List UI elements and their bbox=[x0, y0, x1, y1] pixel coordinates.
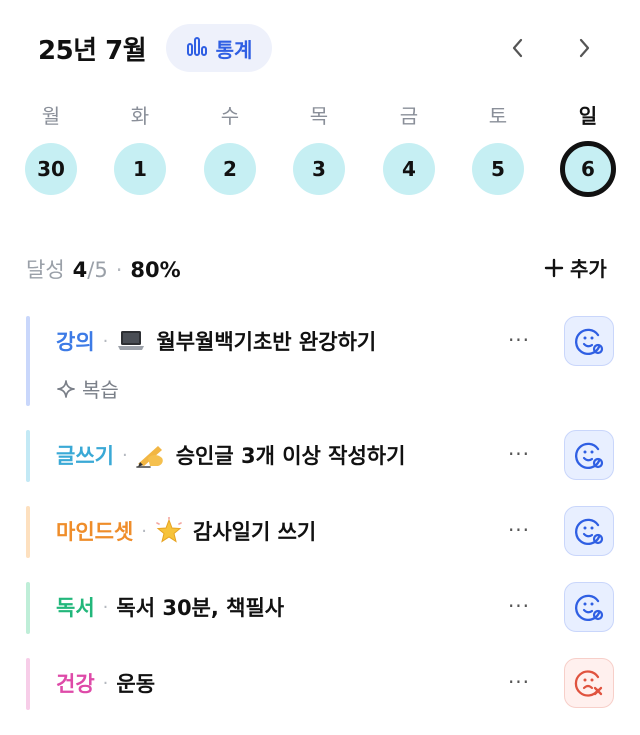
habit-status-button[interactable] bbox=[564, 506, 614, 556]
habit-subtask: 복습 bbox=[56, 374, 119, 403]
smiley-check-icon bbox=[575, 442, 604, 469]
prev-week-button[interactable] bbox=[504, 34, 532, 62]
add-habit-button[interactable]: 추가 bbox=[544, 253, 607, 282]
day-cell[interactable]: 3 bbox=[293, 143, 345, 195]
habit-status-button[interactable] bbox=[564, 430, 614, 480]
more-options-button[interactable]: ··· bbox=[504, 670, 534, 694]
weekday-label: 수 bbox=[220, 104, 240, 128]
day-cell[interactable]: 30 bbox=[25, 143, 77, 195]
day-cell[interactable]: 5 bbox=[472, 143, 524, 195]
separator-dot: · bbox=[102, 672, 109, 694]
achievement-label: 달성 bbox=[26, 258, 65, 282]
habit-name: 월부월백기초반 완강하기 bbox=[156, 330, 377, 354]
habit-subtask-label: 복습 bbox=[82, 378, 119, 402]
habit-status-button[interactable] bbox=[564, 316, 614, 366]
separator-dot: · bbox=[115, 258, 123, 282]
sparkle-icon bbox=[57, 379, 75, 398]
sad-face-x-icon bbox=[574, 670, 603, 697]
separator-dot: · bbox=[102, 596, 109, 618]
weekday-label: 목 bbox=[309, 104, 329, 128]
day-cell[interactable]: 1 bbox=[114, 143, 166, 195]
separator-dot: · bbox=[141, 520, 148, 542]
achievement-percent: 80% bbox=[130, 258, 181, 282]
habit-category: 독서 bbox=[56, 596, 95, 620]
laptop-icon bbox=[116, 329, 146, 353]
achievement-total: /5 bbox=[87, 258, 108, 282]
achievement-summary: 달성 4 /5 · 80% bbox=[26, 254, 181, 284]
month-title[interactable]: 25년 7월 bbox=[38, 30, 147, 67]
habit-name: 감사일기 쓰기 bbox=[193, 520, 317, 544]
category-bar bbox=[26, 316, 30, 406]
writing-hand-icon bbox=[135, 442, 166, 468]
stats-button-label: 통계 bbox=[215, 37, 253, 62]
separator-dot: · bbox=[102, 330, 109, 352]
chevron-left-icon bbox=[512, 38, 523, 58]
category-bar bbox=[26, 658, 30, 710]
habit-category: 글쓰기 bbox=[56, 444, 114, 468]
habit-name: 독서 30분, 책필사 bbox=[116, 596, 285, 620]
chevron-right-icon bbox=[579, 38, 590, 58]
habit-item[interactable]: 마인드셋 · 감사일기 쓰기 ··· bbox=[26, 506, 616, 558]
achievement-done: 4 bbox=[72, 258, 88, 282]
stats-button[interactable]: 통계 bbox=[166, 24, 272, 72]
habit-item[interactable]: 강의 · 월부월백기초반 완강하기 복습 ··· bbox=[26, 316, 616, 406]
category-bar bbox=[26, 430, 30, 482]
smiley-check-icon bbox=[575, 518, 604, 545]
separator-dot: · bbox=[121, 444, 128, 466]
category-bar bbox=[26, 506, 30, 558]
habit-category: 강의 bbox=[56, 330, 95, 354]
bar-chart-icon bbox=[186, 35, 208, 61]
more-options-button[interactable]: ··· bbox=[504, 442, 534, 466]
habit-item[interactable]: 글쓰기 · 승인글 3개 이상 작성하기 ··· bbox=[26, 430, 616, 482]
weekday-label: 금 bbox=[399, 104, 419, 128]
weekday-label: 화 bbox=[130, 104, 150, 128]
more-options-button[interactable]: ··· bbox=[504, 594, 534, 618]
category-bar bbox=[26, 582, 30, 634]
weekday-label: 토 bbox=[488, 104, 508, 128]
add-habit-label: 추가 bbox=[570, 257, 607, 281]
weekday-label-selected: 일 bbox=[578, 104, 598, 128]
weekday-label: 월 bbox=[41, 104, 61, 128]
habit-category: 마인드셋 bbox=[56, 520, 134, 544]
day-cell-selected[interactable]: 6 bbox=[560, 141, 616, 197]
more-options-button[interactable]: ··· bbox=[504, 328, 534, 352]
more-options-button[interactable]: ··· bbox=[504, 518, 534, 542]
calendar-header: 25년 7월 통계 bbox=[0, 0, 640, 100]
habit-name: 승인글 3개 이상 작성하기 bbox=[175, 444, 406, 468]
next-week-button[interactable] bbox=[570, 34, 598, 62]
habit-status-button[interactable] bbox=[564, 658, 614, 708]
smiley-check-icon bbox=[575, 594, 604, 621]
day-cell[interactable]: 4 bbox=[383, 143, 435, 195]
habit-item[interactable]: 독서 · 독서 30분, 책필사 ··· bbox=[26, 582, 616, 634]
habit-category: 건강 bbox=[56, 672, 95, 696]
habit-item[interactable]: 건강 · 운동 ··· bbox=[26, 658, 616, 710]
habit-name: 운동 bbox=[116, 672, 156, 696]
habit-status-button[interactable] bbox=[564, 582, 614, 632]
glowing-star-icon bbox=[155, 517, 183, 545]
plus-icon bbox=[544, 258, 564, 277]
day-cell[interactable]: 2 bbox=[204, 143, 256, 195]
smiley-check-icon bbox=[575, 328, 604, 355]
